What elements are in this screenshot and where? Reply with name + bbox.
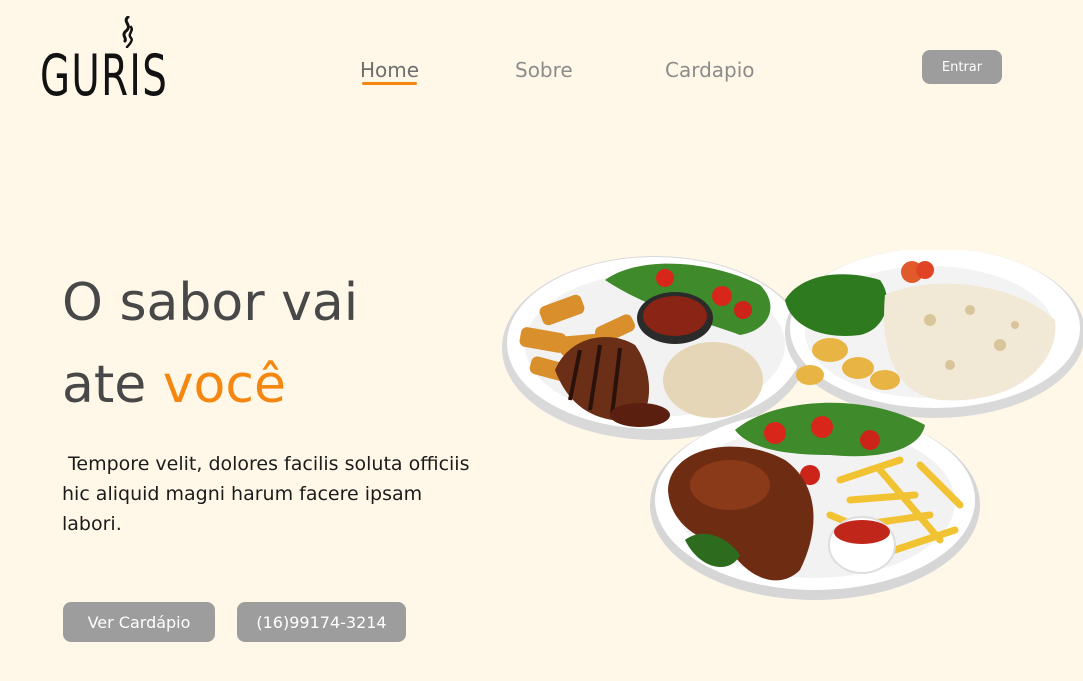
plate-chicken-steak (502, 256, 808, 440)
hero-title-prefix: ate (62, 355, 163, 415)
hero-description: Tempore velit, dolores facilis soluta of… (62, 453, 470, 535)
login-button[interactable]: Entrar (922, 50, 1002, 84)
brand-logo[interactable]: GURIS (40, 16, 169, 109)
phone-button[interactable]: (16)99174-3214 (237, 602, 406, 642)
nav-about-link[interactable]: Sobre (515, 57, 573, 83)
view-menu-button[interactable]: Ver Cardápio (63, 602, 215, 642)
food-plates-image (502, 250, 1083, 600)
nav-menu-link[interactable]: Cardapio (665, 57, 755, 83)
hero-title-line1: O sabor vai (62, 273, 359, 333)
plate-fish (785, 250, 1083, 418)
hero-title: O sabor vai ate você (62, 262, 358, 426)
hero-title-accent: você (162, 355, 286, 415)
brand-name: GURIS (40, 43, 169, 109)
hero-title-line2: ate você (62, 344, 358, 426)
nav-home-link[interactable]: Home (360, 57, 419, 85)
